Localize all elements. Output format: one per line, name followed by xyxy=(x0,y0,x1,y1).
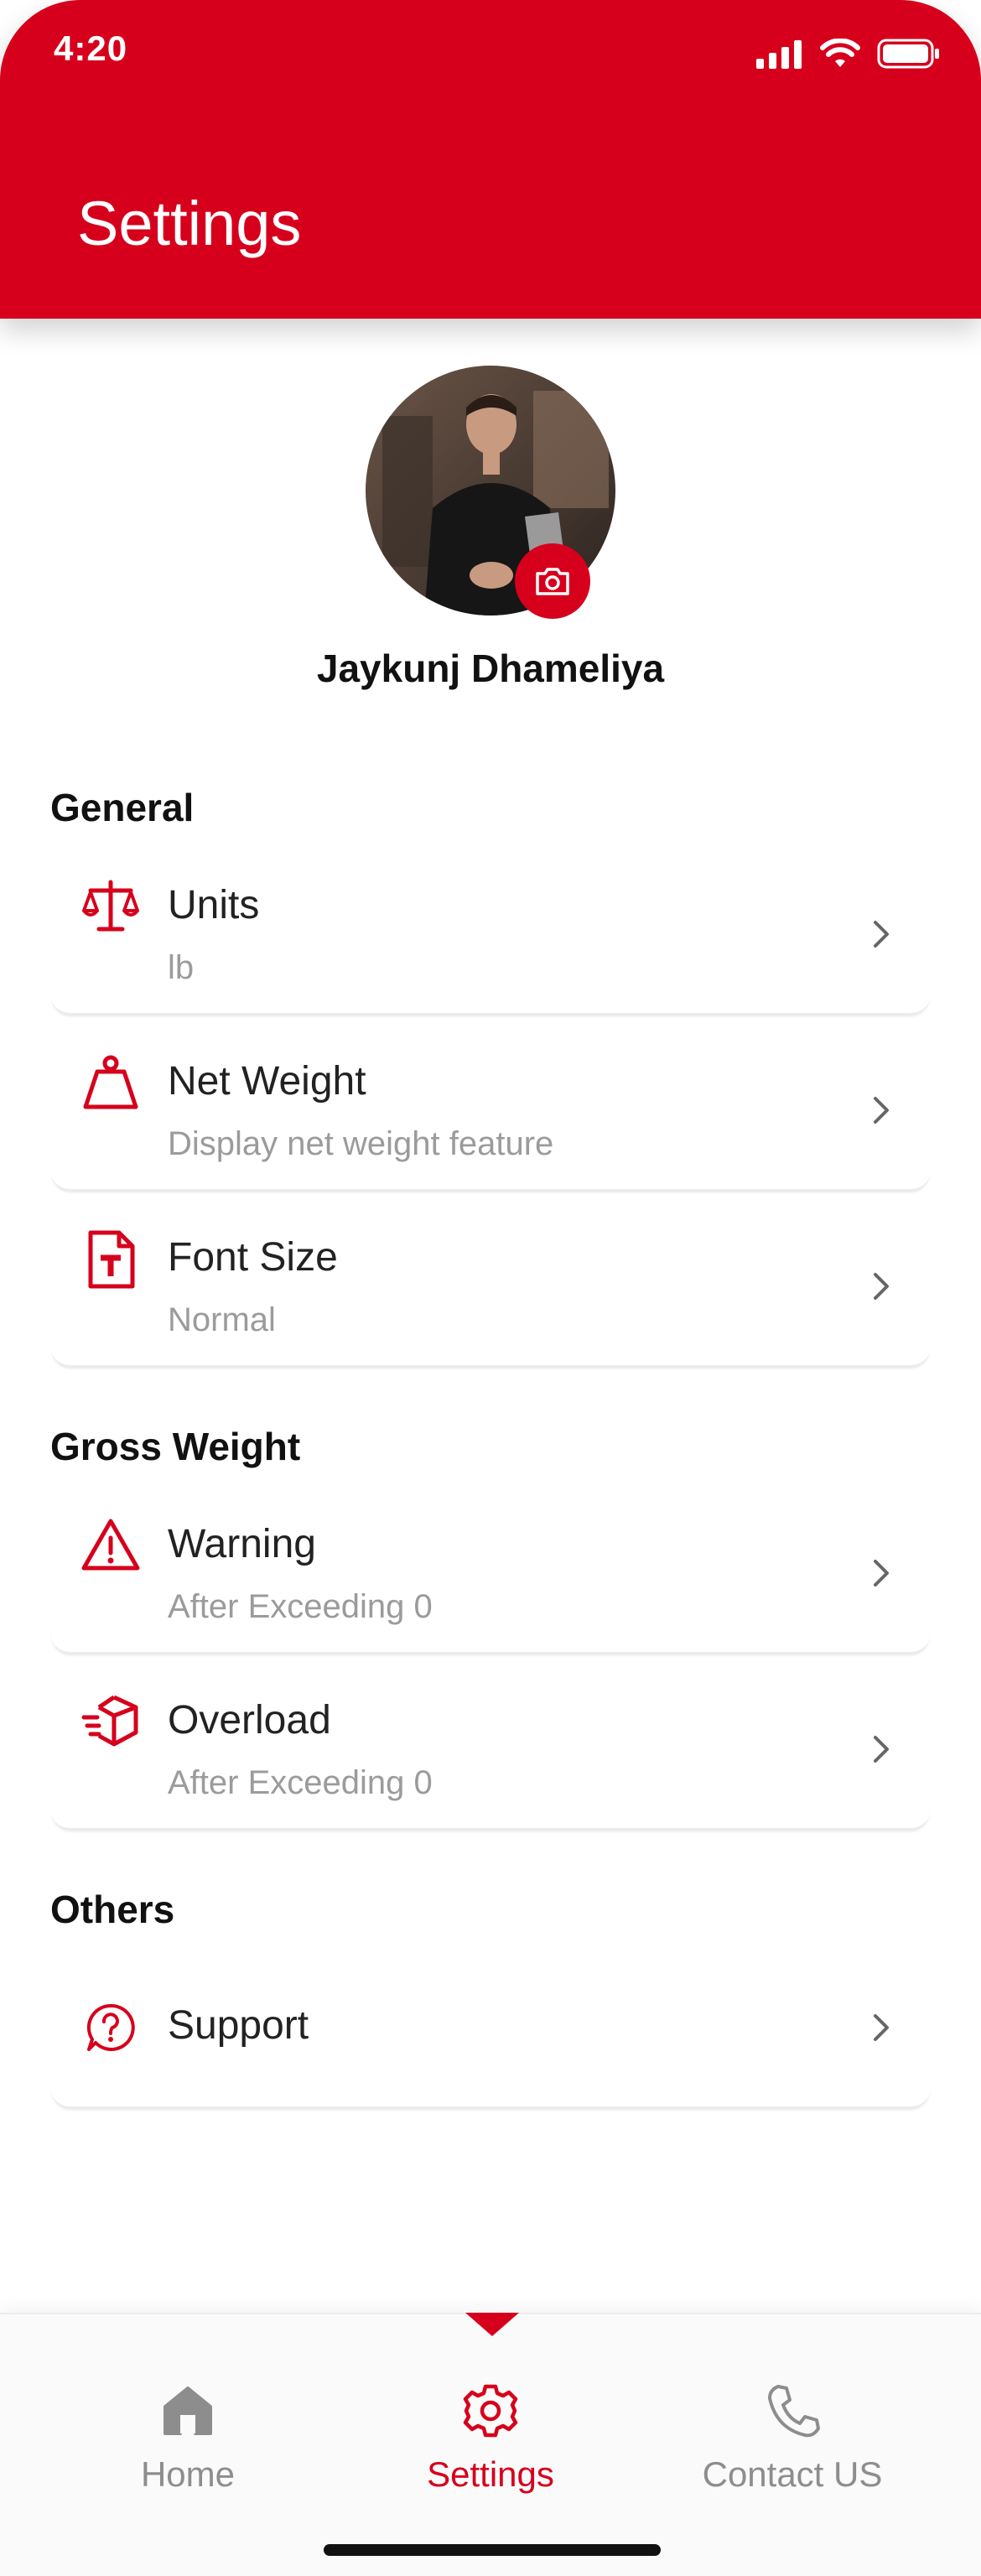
home-indicator xyxy=(324,2544,661,2556)
section-title-others: Others xyxy=(50,1888,175,1931)
row-label: Overload xyxy=(168,1698,331,1742)
home-icon xyxy=(164,2386,212,2435)
chevron-right-icon xyxy=(874,1560,889,1587)
profile-avatar-container xyxy=(366,366,615,619)
row-sub: After Exceeding 0 xyxy=(168,1588,433,1625)
battery-icon xyxy=(877,39,939,69)
chevron-right-icon xyxy=(874,1097,889,1124)
status-time: 4:20 xyxy=(54,29,128,68)
settings-row-font-size[interactable]: Font Size Normal xyxy=(50,1199,931,1367)
chevron-right-icon xyxy=(874,1273,889,1300)
settings-row-warning[interactable]: Warning After Exceeding 0 xyxy=(50,1486,931,1654)
chevron-right-icon xyxy=(874,2014,889,2041)
chevron-right-icon xyxy=(874,1736,889,1763)
camera-icon xyxy=(536,568,569,595)
row-label: Net Weight xyxy=(168,1059,366,1104)
profile-name: Jaykunj Dhameliya xyxy=(316,647,665,690)
app-header: 4:20 Settings xyxy=(0,0,981,319)
row-label: Warning xyxy=(168,1522,316,1566)
settings-row-overload[interactable]: Overload After Exceeding 0 xyxy=(50,1662,931,1830)
warning-icon xyxy=(80,1516,141,1576)
section-title-general: General xyxy=(50,786,195,829)
row-label: Units xyxy=(168,883,260,927)
nav-label-home: Home xyxy=(140,2454,236,2494)
row-sub: lb xyxy=(168,949,195,986)
status-icons xyxy=(756,39,941,69)
bottom-nav: Home Settings Contact US xyxy=(0,2313,981,2576)
row-label: Support xyxy=(168,2003,309,2048)
nav-item-home[interactable]: Home xyxy=(62,2381,314,2495)
row-sub: After Exceeding 0 xyxy=(168,1764,433,1801)
row-label: Font Size xyxy=(168,1235,338,1280)
scale-icon xyxy=(80,877,141,937)
fast-box-icon xyxy=(80,1692,141,1753)
nav-item-settings[interactable]: Settings xyxy=(365,2381,616,2495)
row-sub: Display net weight feature xyxy=(168,1125,554,1162)
weight-icon xyxy=(80,1053,141,1114)
section-title-gross-weight: Gross Weight xyxy=(50,1425,301,1468)
nav-label-settings: Settings xyxy=(427,2454,554,2494)
nav-label-contact-us: Contact US xyxy=(702,2454,883,2494)
settings-row-units[interactable]: Units lb xyxy=(50,847,931,1015)
chevron-right-icon xyxy=(874,921,889,948)
font-file-icon xyxy=(80,1229,141,1290)
row-sub: Normal xyxy=(168,1301,276,1338)
nav-item-contact-us[interactable]: Contact US xyxy=(667,2381,918,2495)
settings-screen: 4:20 Settings Jaykunj Dhameliya General … xyxy=(0,0,981,2576)
settings-row-support[interactable]: Support xyxy=(50,1949,931,2108)
settings-row-net-weight[interactable]: Net Weight Display net weight feature xyxy=(50,1023,931,1191)
page-title: Settings xyxy=(77,189,302,258)
active-tab-indicator xyxy=(465,2313,519,2336)
phone-icon xyxy=(768,2385,820,2438)
wifi-icon xyxy=(820,39,860,67)
cellular-signal-icon xyxy=(756,40,802,69)
gear-icon xyxy=(463,2384,518,2438)
help-circle-icon xyxy=(80,1997,141,2058)
change-photo-button[interactable] xyxy=(515,543,590,619)
